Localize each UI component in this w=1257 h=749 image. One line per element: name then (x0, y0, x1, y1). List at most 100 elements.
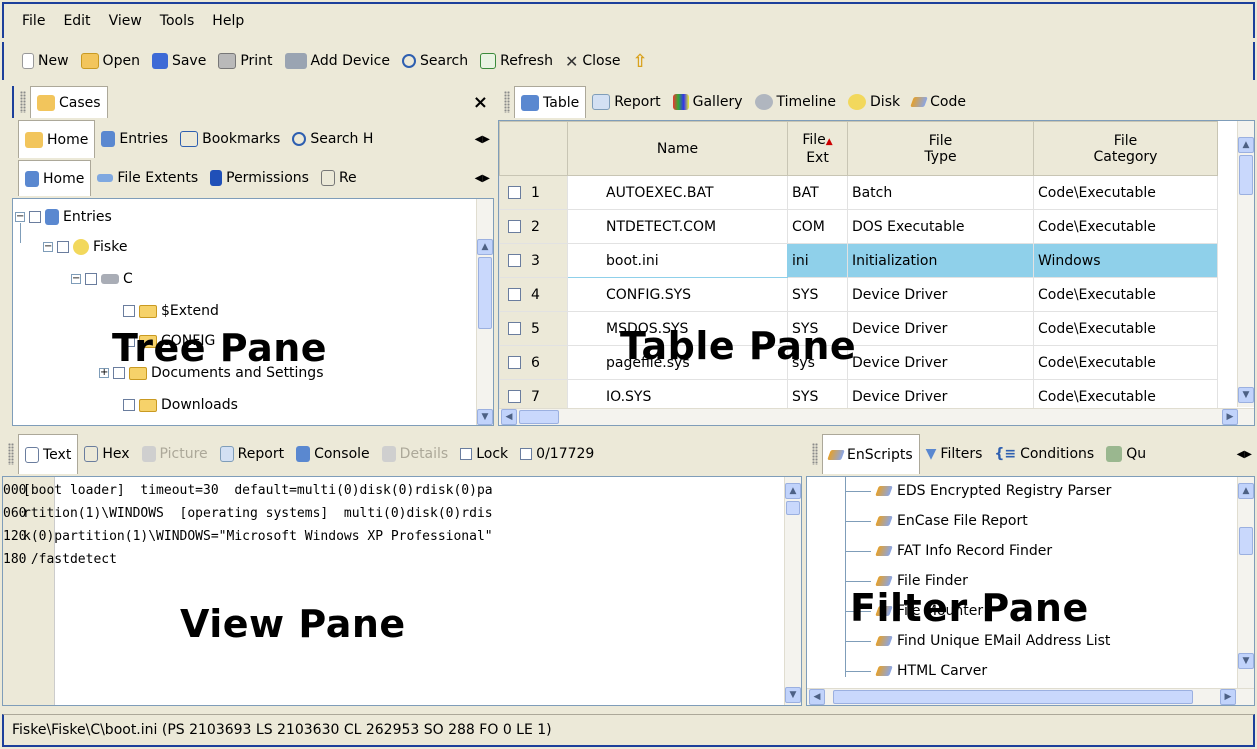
cell-category[interactable]: Code\Executable (1033, 345, 1218, 380)
filter-scrollbar-v[interactable]: ▲ ▼ (1237, 477, 1254, 689)
tree-node-fiske[interactable]: − Fiske (43, 239, 127, 255)
tab-details[interactable]: Details (376, 434, 455, 474)
tab-report-view[interactable]: Report (214, 434, 290, 474)
scroll-right-icon[interactable]: ▶ (1222, 409, 1238, 425)
enscript-item[interactable]: HTML Carver (845, 663, 987, 679)
tree-checkbox[interactable] (85, 273, 97, 285)
scroll-thumb[interactable] (786, 501, 800, 515)
tree-node-extend[interactable]: $Extend (123, 303, 219, 319)
tab-console[interactable]: Console (290, 434, 376, 474)
scroll-thumb[interactable] (519, 410, 559, 424)
scroll-thumb[interactable] (833, 690, 1193, 704)
tab-hex[interactable]: Hex (78, 434, 135, 474)
scroll-thumb[interactable] (1239, 155, 1253, 195)
view-scrollbar[interactable]: ▲ ▼ (784, 477, 801, 705)
cell-ext[interactable]: SYS (787, 277, 848, 312)
subtab-scroll-arrows-icon[interactable]: ◀▶ (475, 173, 490, 184)
table-row[interactable]: 6 pagefile.sys sys Device Driver Code\Ex… (499, 345, 1218, 380)
menu-edit[interactable]: Edit (55, 11, 98, 31)
refresh-button[interactable]: Refresh (480, 53, 553, 69)
cell-name[interactable]: pagefile.sys (567, 345, 788, 380)
tab-disk[interactable]: Disk (842, 86, 906, 118)
tab-queries[interactable]: Qu (1100, 434, 1152, 474)
scroll-left-icon[interactable]: ◀ (809, 689, 825, 705)
cell-ext[interactable]: ini (787, 243, 848, 278)
cell-category[interactable]: Code\Executable (1033, 311, 1218, 346)
enscript-item[interactable]: Find Unique EMail Address List (845, 633, 1110, 649)
scroll-left-icon[interactable]: ◀ (501, 409, 517, 425)
collapse-icon[interactable]: − (43, 242, 53, 252)
table-row[interactable]: 5 MSDOS.SYS SYS Device Driver Code\Execu… (499, 311, 1218, 346)
menu-file[interactable]: File (14, 11, 53, 31)
tab-search-hits[interactable]: Search H (286, 120, 379, 158)
col-header-type[interactable]: File Type (847, 121, 1034, 176)
cell-type[interactable]: Device Driver (847, 277, 1034, 312)
cell-name[interactable]: MSDOS.SYS (567, 311, 788, 346)
cell-category[interactable]: Code\Executable (1033, 277, 1218, 312)
cell-type[interactable]: Device Driver (847, 311, 1034, 346)
tab-enscripts[interactable]: EnScripts (822, 434, 920, 474)
text-line[interactable]: 000[boot loader] timeout=30 default=mult… (3, 483, 493, 498)
table-row-selected[interactable]: 3 boot.ini ini Initialization Windows (499, 243, 1218, 278)
col-header-category[interactable]: File Category (1033, 121, 1218, 176)
cell-type[interactable]: Device Driver (847, 345, 1034, 380)
tab-table[interactable]: Table (514, 86, 587, 118)
menu-help[interactable]: Help (204, 11, 252, 31)
scroll-thumb[interactable] (478, 257, 492, 329)
text-line[interactable]: 180 /fastdetect (3, 552, 117, 567)
tree-node-downloads[interactable]: Downloads (123, 397, 238, 413)
cell-ext[interactable]: BAT (787, 175, 848, 210)
lock-checkbox[interactable] (460, 448, 473, 460)
row-checkbox[interactable] (508, 390, 521, 403)
enscript-item[interactable]: FAT Info Record Finder (845, 543, 1052, 559)
enscript-item[interactable]: EDS Encrypted Registry Parser (845, 483, 1111, 499)
scroll-thumb[interactable] (1239, 527, 1253, 555)
add-device-button[interactable]: Add Device (284, 53, 390, 69)
cell-name[interactable]: CONFIG.SYS (567, 277, 788, 312)
scroll-up-icon[interactable]: ▲ (1238, 137, 1254, 153)
tree-checkbox[interactable] (113, 367, 125, 379)
tree-checkbox[interactable] (123, 305, 135, 317)
scroll-right-icon[interactable]: ▶ (1220, 689, 1236, 705)
row-checkbox[interactable] (508, 322, 521, 335)
cell-type[interactable]: Initialization (847, 243, 1034, 278)
collapse-icon[interactable]: − (15, 212, 25, 222)
cell-ext[interactable]: SYS (787, 311, 848, 346)
cell-name[interactable]: boot.ini (567, 243, 788, 278)
cell-type[interactable]: DOS Executable (847, 209, 1034, 244)
row-checkbox[interactable] (508, 254, 521, 267)
cell-type[interactable]: Batch (847, 175, 1034, 210)
menu-view[interactable]: View (101, 11, 150, 31)
table-scrollbar-v[interactable]: ▲ ▼ (1237, 121, 1254, 407)
cell-name[interactable]: NTDETECT.COM (567, 209, 788, 244)
collapse-icon[interactable]: − (71, 274, 81, 284)
col-header-index[interactable] (499, 121, 568, 176)
table-row[interactable]: 4 CONFIG.SYS SYS Device Driver Code\Exec… (499, 277, 1218, 312)
enscript-item[interactable]: EnCase File Report (845, 513, 1028, 529)
scroll-up-icon[interactable]: ▲ (1238, 483, 1254, 499)
filter-tab-arrows-icon[interactable]: ◀▶ (1237, 449, 1252, 460)
row-checkbox[interactable] (508, 356, 521, 369)
close-button[interactable]: ✕ Close (565, 52, 621, 71)
tab-bookmarks[interactable]: Bookmarks (174, 120, 286, 158)
tab-entries[interactable]: Entries (95, 120, 174, 158)
tab-timeline[interactable]: Timeline (749, 86, 843, 118)
close-pane-icon[interactable]: × (473, 92, 488, 113)
col-header-ext[interactable]: File▲ Ext (787, 121, 848, 176)
tab-home[interactable]: Home (18, 120, 96, 158)
tab-filters[interactable]: ▼ Filters (920, 434, 989, 474)
tab-text[interactable]: Text (18, 434, 79, 474)
enscript-item[interactable]: File Mounter (845, 603, 983, 619)
enscript-item[interactable]: File Finder (845, 573, 968, 589)
subtab-home[interactable]: Home (18, 160, 92, 196)
subtab-references[interactable]: Re (315, 160, 363, 196)
scroll-down-icon[interactable]: ▼ (1238, 387, 1254, 403)
search-button[interactable]: Search (401, 53, 468, 69)
tree-node-entries[interactable]: − Entries (15, 209, 112, 225)
open-button[interactable]: Open (80, 53, 140, 69)
counter-checkbox[interactable] (520, 448, 533, 460)
new-button[interactable]: New (22, 53, 69, 69)
row-checkbox[interactable] (508, 288, 521, 301)
tab-report[interactable]: Report (586, 86, 666, 118)
filter-scrollbar-h[interactable]: ◀ ▶ (807, 688, 1254, 705)
